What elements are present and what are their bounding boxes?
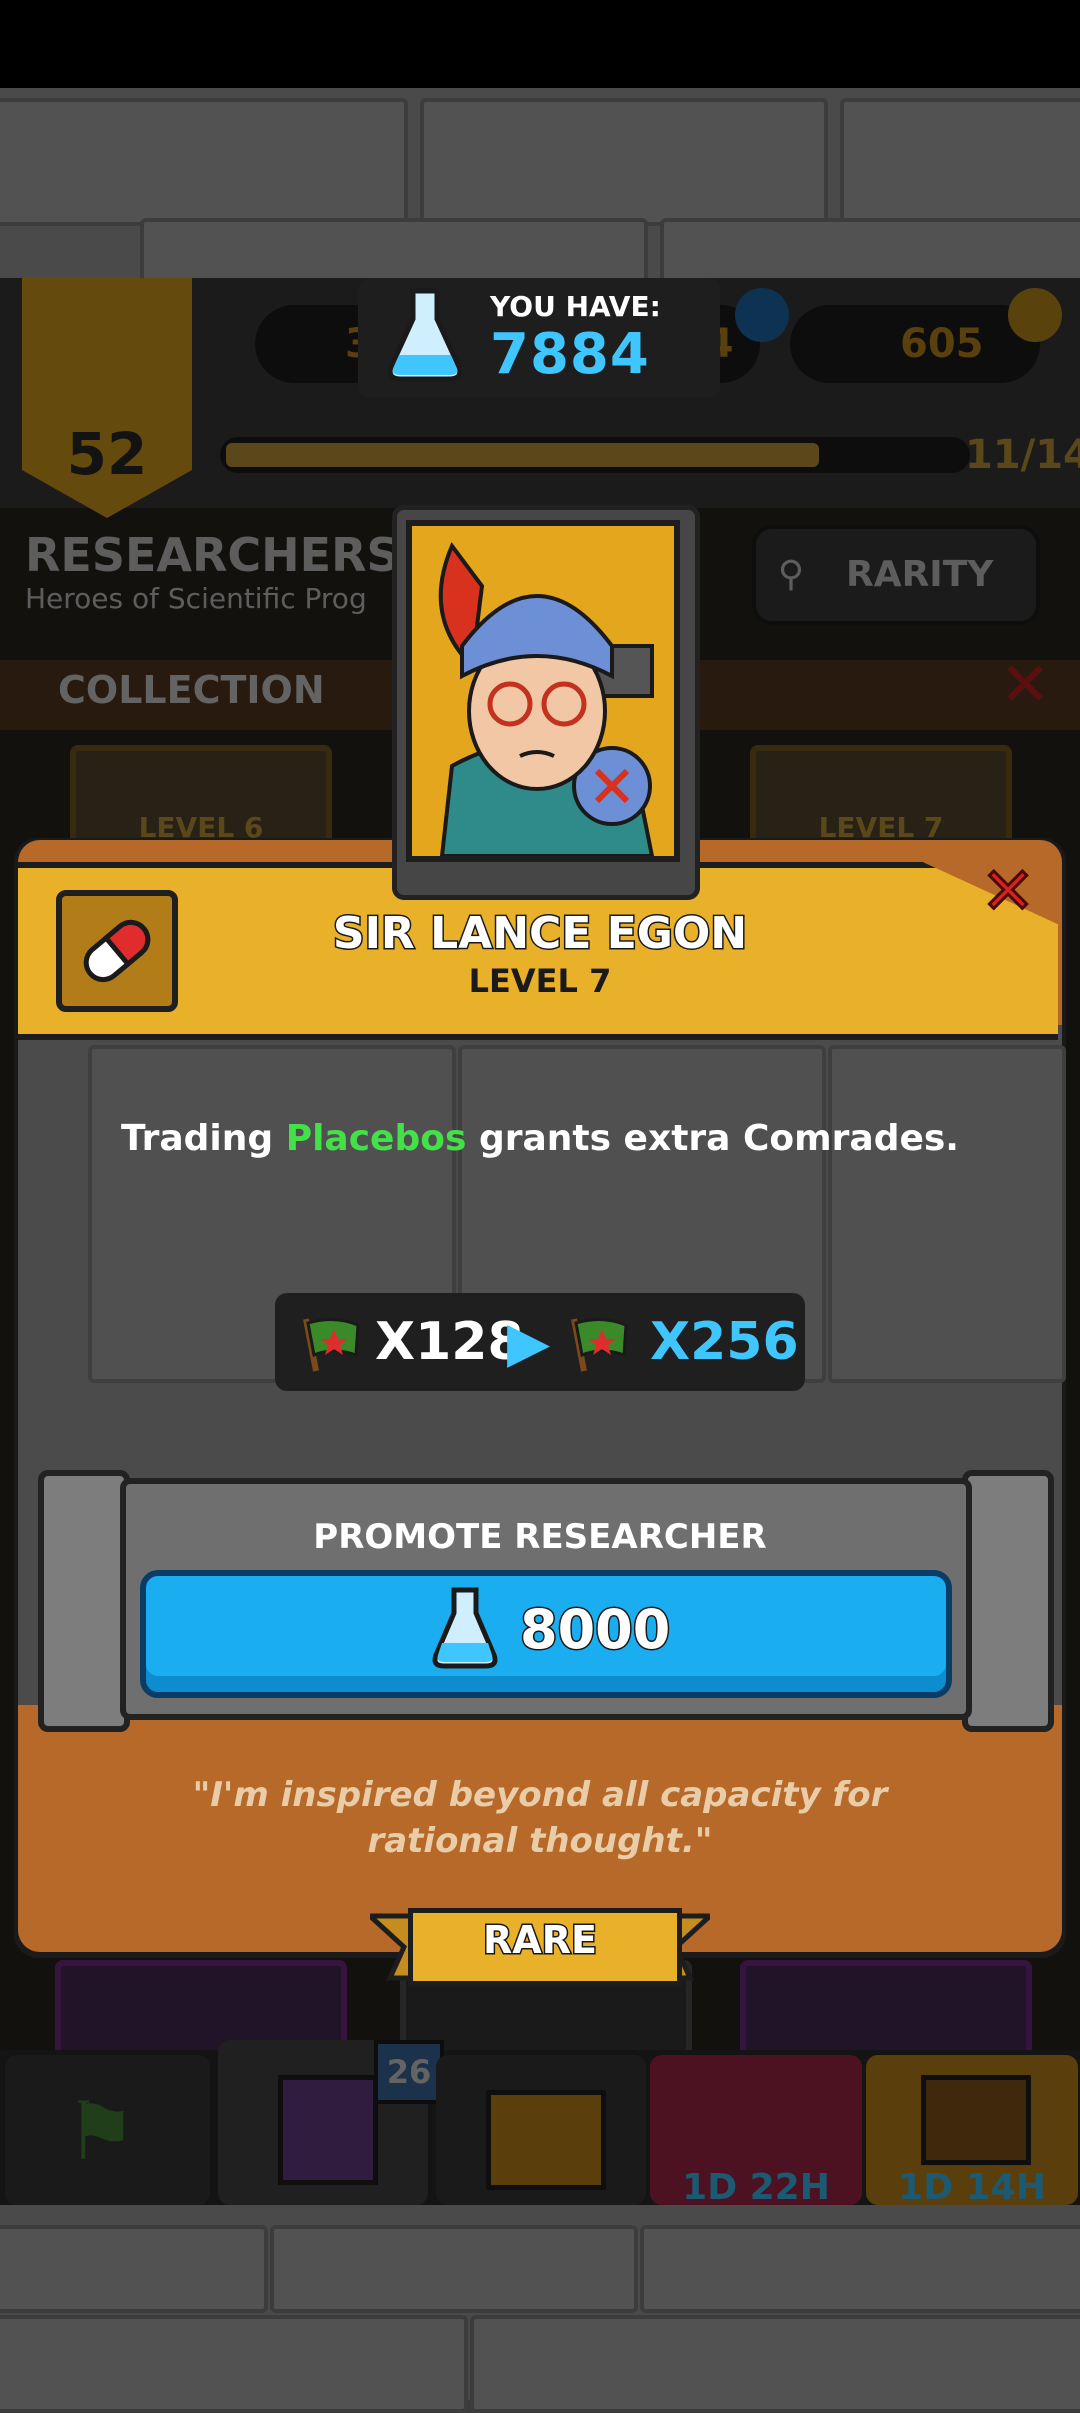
flask-icon: [387, 288, 463, 382]
cards-badge: 26: [374, 2040, 444, 2104]
reward-current: X128: [375, 1312, 524, 1372]
nav-event-tab[interactable]: 1D 22H: [650, 2055, 862, 2208]
ability-description: Trading Placebos grants extra Comrades.: [121, 1118, 959, 1159]
page-subtitle: Heroes of Scientific Prog: [25, 582, 367, 615]
player-level: 52: [66, 420, 148, 488]
ability-icon-box: [56, 890, 178, 1012]
nav-chest-tab[interactable]: 1D 14H: [866, 2055, 1078, 2208]
xp-progress-bar: [220, 437, 970, 473]
hero-portrait: [406, 520, 680, 862]
nav-folder-tab[interactable]: [436, 2055, 646, 2205]
highlight-placebos: Placebos: [285, 1118, 467, 1159]
promote-cost: 8000: [518, 1597, 671, 1663]
nav-comrades-tab[interactable]: ⚑: [5, 2055, 210, 2205]
hero-level: LEVEL 7: [468, 962, 612, 1000]
collection-label: COLLECTION: [58, 668, 325, 712]
chest-icon: [921, 2075, 1031, 2165]
you-have-label: YOU HAVE:: [490, 290, 661, 323]
close-icon[interactable]: ✕: [978, 859, 1038, 926]
event-timer: 1D 22H: [682, 2167, 830, 2208]
xp-progress-text: 11/14: [965, 432, 1080, 478]
reward-next: X256: [650, 1312, 799, 1372]
stone-wall-bottom: [0, 2205, 1080, 2413]
arrow-right-icon: ▶: [507, 1310, 551, 1375]
flask-icon-cost: [432, 1587, 498, 1669]
xp-progress-fill: [226, 443, 819, 467]
chest-timer: 1D 14H: [898, 2167, 1046, 2208]
folder-icon: [486, 2090, 606, 2190]
flag-icon: ⚑: [65, 2085, 137, 2178]
rarity-label: RARE: [482, 1917, 599, 1964]
collection-close-icon[interactable]: ✕: [1000, 650, 1050, 720]
plate-bracket-left: [38, 1470, 130, 1732]
promote-label: PROMOTE RESEARCHER: [313, 1517, 767, 1557]
gold-pill[interactable]: 605: [790, 305, 1040, 383]
plate-bracket-right: [962, 1470, 1054, 1732]
comrade-flag-icon: [303, 1318, 360, 1372]
comrade-flag-icon-next: [571, 1318, 628, 1372]
search-icon: ⚲: [777, 554, 805, 595]
page-title: RESEARCHERS: [25, 528, 400, 582]
rarity-sort-button[interactable]: ⚲ RARITY: [752, 525, 1040, 625]
hero-portrait-art: [412, 526, 674, 858]
cards-icon: [278, 2075, 378, 2185]
add-currency-icon[interactable]: [735, 288, 789, 342]
hero-name: SIR LANCE EGON: [331, 907, 748, 961]
you-have-value: 7884: [490, 322, 650, 387]
hero-quote: "I'm inspired beyond all capacity for ra…: [192, 1775, 888, 1861]
pill-icon: [83, 919, 151, 983]
add-gold-icon[interactable]: [1008, 288, 1062, 342]
